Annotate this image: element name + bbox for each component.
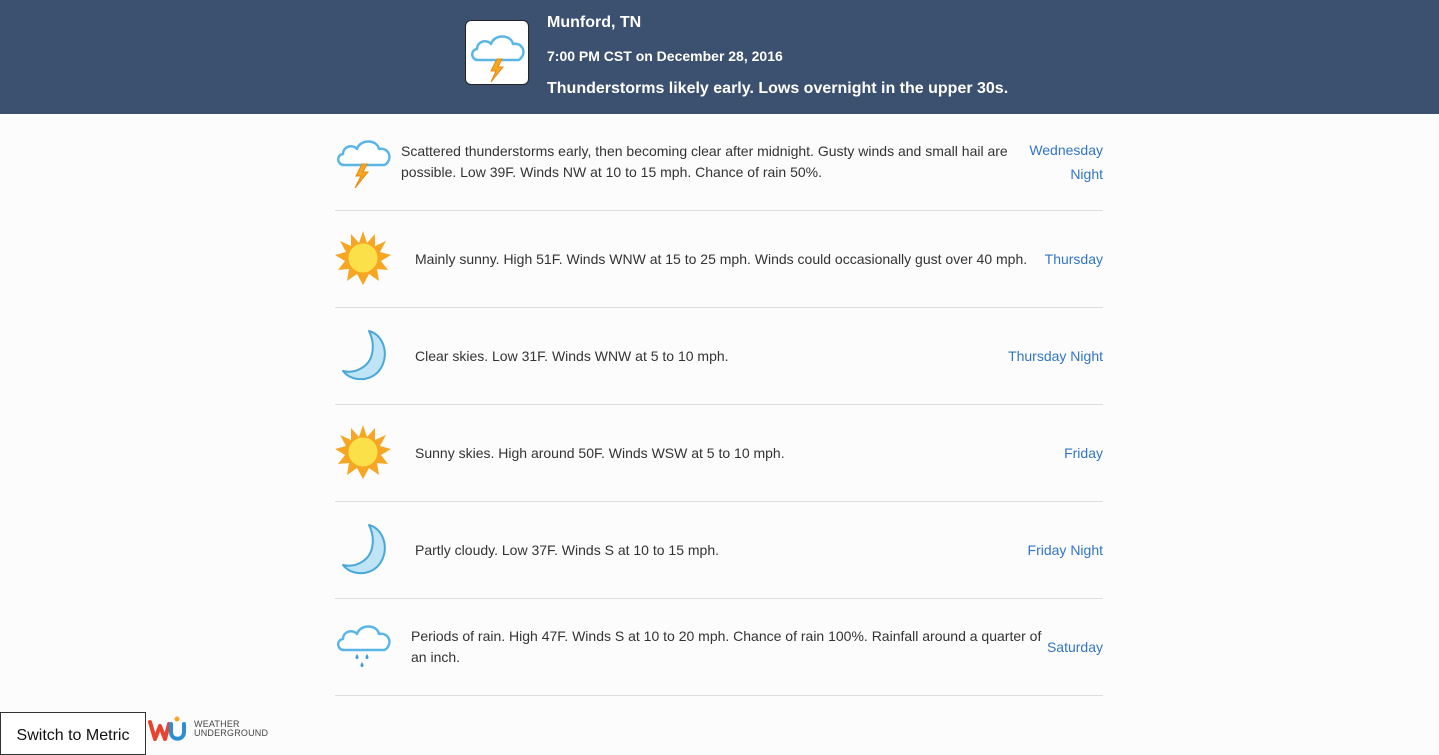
forecast-period-link[interactable]: Friday Night (1003, 502, 1103, 598)
forecast-text: Partly cloudy. Low 37F. Winds S at 10 to… (415, 541, 720, 558)
forecast-text: Periods of rain. High 47F. Winds S at 10… (411, 628, 1042, 665)
header-banner: Munford, TN 7:00 PM CST on December 28, … (0, 0, 1439, 114)
forecast-text: Scattered thunderstorms early, then beco… (401, 143, 1008, 180)
switch-to-metric-button[interactable]: Switch to Metric (0, 712, 146, 755)
forecast-text: Clear skies. Low 31F. Winds WNW at 5 to … (415, 347, 729, 364)
moon-icon (342, 330, 386, 381)
forecast-row: Mainly sunny. High 51F. Winds WNW at 15 … (335, 211, 1103, 308)
forecast-row: Partly cloudy. Low 37F. Winds S at 10 to… (335, 502, 1103, 599)
wu-logo-text: WEATHER UNDERGROUND (194, 720, 268, 738)
weather-underground-logo[interactable]: WEATHER UNDERGROUND (148, 712, 270, 746)
moon-icon (342, 524, 386, 575)
forecast-period-link[interactable]: Thursday (1023, 211, 1103, 307)
forecast-row: Clear skies. Low 31F. Winds WNW at 5 to … (335, 308, 1103, 405)
sun-icon (335, 425, 391, 479)
wu-logo-icon (148, 716, 186, 741)
forecast-period-link[interactable]: Friday (1023, 405, 1103, 501)
forecast-period-link[interactable]: Wednesday Night (1023, 114, 1103, 210)
thunderstorm-icon (337, 140, 391, 189)
thunderstorm-icon (471, 35, 525, 83)
forecast-row: Periods of rain. High 47F. Winds S at 10… (335, 599, 1103, 696)
current-summary: Thunderstorms likely early. Lows overnig… (547, 80, 1009, 97)
rain-icon (337, 625, 391, 667)
forecast-period-link[interactable]: Saturday (1033, 599, 1103, 695)
location-title: Munford, TN (547, 14, 642, 31)
forecast-list: Scattered thunderstorms early, then beco… (335, 114, 1103, 696)
brand-line-2: UNDERGROUND (194, 728, 269, 738)
forecast-text: Mainly sunny. High 51F. Winds WNW at 15 … (415, 250, 1028, 267)
forecast-row: Scattered thunderstorms early, then beco… (335, 114, 1103, 211)
forecast-period-link[interactable]: Thursday Night (993, 308, 1103, 404)
sun-icon (335, 231, 391, 285)
forecast-row: Sunny skies. High around 50F. Winds WSW … (335, 405, 1103, 502)
observation-time: 7:00 PM CST on December 28, 2016 (547, 48, 783, 64)
current-conditions-icon-box (465, 20, 529, 85)
forecast-text: Sunny skies. High around 50F. Winds WSW … (415, 444, 785, 461)
